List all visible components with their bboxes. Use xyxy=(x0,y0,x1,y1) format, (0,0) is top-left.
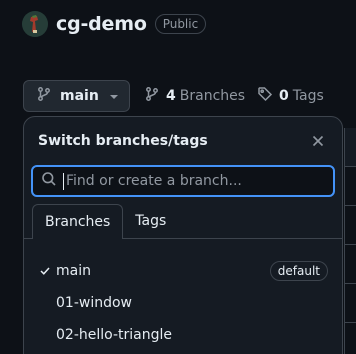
branch-bar: main 4 Branches 0 Tags xyxy=(23,80,324,112)
branch-tag-tabs: Branches Tags xyxy=(24,204,342,239)
branch-item-02-hello-triangle[interactable]: 02-hello-triangle xyxy=(24,319,342,351)
branch-name: 02-hello-triangle xyxy=(56,327,172,343)
branch-select-button[interactable]: main xyxy=(23,80,130,112)
branches-link[interactable]: 4 Branches xyxy=(144,86,245,106)
avatar[interactable] xyxy=(22,11,48,37)
check-icon xyxy=(40,267,56,275)
git-branch-icon xyxy=(144,86,160,106)
tab-tags[interactable]: Tags xyxy=(123,204,178,238)
triangle-down-icon xyxy=(109,88,119,104)
branches-count: 4 xyxy=(166,88,176,104)
branch-name: main xyxy=(56,263,91,279)
branches-label: Branches xyxy=(179,88,246,104)
branch-switcher-dropdown: Switch branches/tags Branches Tags xyxy=(23,116,343,354)
tags-count: 0 xyxy=(279,88,289,104)
branch-item-main[interactable]: main default xyxy=(24,255,342,287)
tags-label: Tags xyxy=(292,88,324,104)
dropdown-header: Switch branches/tags xyxy=(24,117,342,165)
branch-search-field[interactable] xyxy=(31,165,335,197)
tab-branches[interactable]: Branches xyxy=(32,204,124,239)
repo-name[interactable]: cg-demo xyxy=(56,13,147,35)
visibility-badge: Public xyxy=(154,14,207,34)
branch-item-01-window[interactable]: 01-window xyxy=(24,287,342,319)
branch-name: 01-window xyxy=(56,295,132,311)
branch-list: main default 01-window 02-hello-triangle xyxy=(24,239,342,351)
search-icon xyxy=(41,171,57,191)
repo-header: cg-demo Public xyxy=(22,10,207,38)
dropdown-title: Switch branches/tags xyxy=(38,133,208,149)
close-icon[interactable] xyxy=(308,131,328,151)
default-badge: default xyxy=(269,261,328,281)
git-branch-icon xyxy=(36,86,52,106)
file-list-edge xyxy=(344,128,356,354)
text-cursor xyxy=(63,172,64,190)
tags-link[interactable]: 0 Tags xyxy=(257,86,324,106)
tag-icon xyxy=(257,86,273,106)
branch-button-label: main xyxy=(60,88,99,104)
branch-search-input[interactable] xyxy=(66,173,325,189)
repo-page: cg-demo Public main 4 Branches 0 Tags Sw… xyxy=(0,0,356,354)
